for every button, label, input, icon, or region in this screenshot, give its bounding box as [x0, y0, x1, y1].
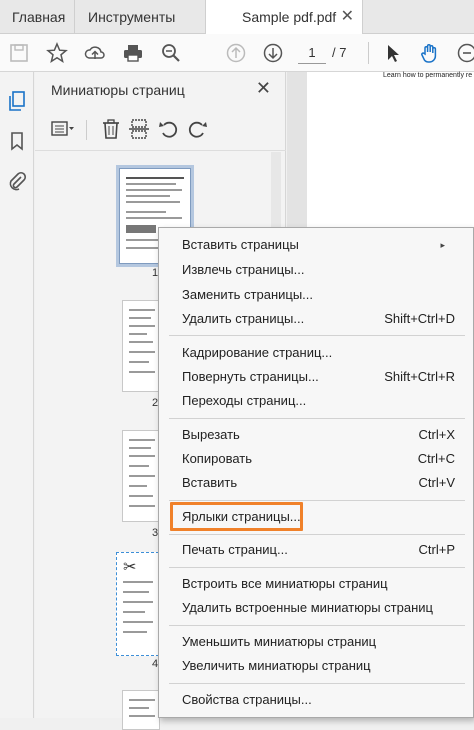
scissors-icon: ✂ [123, 557, 136, 577]
rotate-left-icon[interactable] [157, 118, 181, 140]
menu-item-shortcut: Ctrl+C [418, 447, 455, 471]
menu-separator [169, 500, 465, 501]
page-thumbnail[interactable] [122, 300, 160, 392]
print-icon[interactable] [122, 42, 144, 64]
menu-item-label: Вырезать [182, 423, 240, 447]
menu-item-page-properties[interactable]: Свойства страницы... [159, 688, 473, 712]
menu-item-remove-embedded-thumbnails[interactable]: Удалить встроенные миниатюры страниц [159, 596, 473, 620]
bookmark-icon[interactable] [6, 130, 28, 152]
document-header-text: Learn how to permanently re [383, 72, 472, 79]
rotate-right-icon[interactable] [185, 118, 209, 140]
menu-item-label: Переходы страниц... [182, 389, 306, 413]
page-down-icon[interactable] [262, 42, 284, 64]
menu-item-shortcut: Shift+Ctrl+D [384, 307, 455, 331]
attachment-icon[interactable] [6, 170, 28, 192]
menu-item-shortcut: Ctrl+P [419, 538, 455, 562]
menu-item-cut[interactable]: Вырезать Ctrl+X [159, 423, 473, 447]
menu-item-label: Удалить встроенные миниатюры страниц [182, 596, 433, 620]
menu-item-label: Вставить [182, 471, 237, 495]
menu-item-rotate-pages[interactable]: Повернуть страницы... Shift+Ctrl+R [159, 365, 473, 389]
page-total: / 7 [332, 42, 346, 64]
menu-item-shortcut: Shift+Ctrl+R [384, 365, 455, 389]
menu-item-label: Копировать [182, 447, 252, 471]
menu-item-shortcut: Ctrl+V [419, 471, 455, 495]
page-up-icon[interactable] [225, 42, 247, 64]
menu-separator [169, 335, 465, 336]
menu-item-label: Повернуть страницы... [182, 365, 319, 389]
select-arrow-icon[interactable] [382, 42, 404, 64]
page-number-input[interactable]: 1 [298, 42, 326, 64]
menu-item-copy[interactable]: Копировать Ctrl+C [159, 447, 473, 471]
tab-document-label: Sample pdf.pdf [242, 9, 336, 25]
menu-separator [169, 683, 465, 684]
thumbnail-options-icon[interactable] [51, 118, 75, 140]
menu-item-label: Увеличить миниатюры страниц [182, 654, 371, 678]
toolbar-divider [368, 42, 369, 64]
menu-item-shortcut: Ctrl+X [419, 423, 455, 447]
zoom-out-icon[interactable] [456, 42, 474, 64]
save-icon[interactable] [8, 42, 30, 64]
panel-divider [35, 150, 286, 151]
page-thumbnails-icon[interactable] [6, 90, 28, 112]
page-thumbnail[interactable]: ✂ [116, 552, 164, 656]
menu-item-paste[interactable]: Вставить Ctrl+V [159, 471, 473, 495]
menu-item-label: Заменить страницы... [182, 283, 313, 307]
menu-item-label: Печать страниц... [182, 538, 288, 562]
menu-item-enlarge-thumbnails[interactable]: Увеличить миниатюры страниц [159, 654, 473, 678]
panel-close-icon[interactable]: ✕ [256, 78, 271, 99]
tab-bar: Главная Инструменты Sample pdf.pdf ✕ [0, 0, 474, 34]
menu-item-embed-thumbnails[interactable]: Встроить все миниатюры страниц [159, 572, 473, 596]
panel-toolbar-divider [86, 120, 87, 140]
close-icon[interactable]: ✕ [341, 0, 354, 34]
menu-item-page-transitions[interactable]: Переходы страниц... [159, 389, 473, 413]
menu-item-label: Кадрирование страниц... [182, 341, 332, 365]
insert-page-icon[interactable] [127, 118, 151, 140]
context-menu: Вставить страницы ▸ Извлечь страницы... … [158, 227, 474, 718]
toolbar: 1 / 7 [0, 34, 474, 72]
menu-item-delete-pages[interactable]: Удалить страницы... Shift+Ctrl+D [159, 307, 473, 331]
menu-item-label: Уменьшить миниатюры страниц [182, 630, 376, 654]
menu-item-label: Вставить страницы [182, 233, 299, 257]
highlight-box [170, 502, 303, 531]
menu-separator [169, 625, 465, 626]
tab-home[interactable]: Главная [0, 0, 75, 34]
menu-item-label: Удалить страницы... [182, 307, 304, 331]
menu-item-reduce-thumbnails[interactable]: Уменьшить миниатюры страниц [159, 630, 473, 654]
menu-item-label: Встроить все миниатюры страниц [182, 572, 388, 596]
menu-item-insert-pages[interactable]: Вставить страницы ▸ [159, 233, 473, 257]
submenu-arrow-icon: ▸ [440, 233, 445, 257]
navigation-strip [0, 72, 34, 718]
panel-toolbar [35, 114, 286, 146]
hand-icon[interactable] [419, 42, 441, 64]
menu-item-label: Свойства страницы... [182, 688, 312, 712]
menu-item-print-pages[interactable]: Печать страниц... Ctrl+P [159, 538, 473, 562]
menu-item-label: Извлечь страницы... [182, 258, 304, 282]
trash-icon[interactable] [99, 118, 123, 140]
tab-document[interactable]: Sample pdf.pdf ✕ [205, 0, 363, 35]
menu-separator [169, 534, 465, 535]
page-thumbnail[interactable] [122, 430, 160, 522]
menu-item-crop-pages[interactable]: Кадрирование страниц... [159, 341, 473, 365]
page-thumbnail[interactable] [122, 690, 160, 730]
menu-separator [169, 567, 465, 568]
menu-separator [169, 418, 465, 419]
upload-cloud-icon[interactable] [84, 42, 106, 64]
menu-item-extract-pages[interactable]: Извлечь страницы... [159, 258, 473, 282]
star-icon[interactable] [46, 42, 68, 64]
panel-title: Миниатюры страниц [51, 82, 185, 98]
tab-tools[interactable]: Инструменты [76, 0, 204, 34]
menu-item-replace-pages[interactable]: Заменить страницы... [159, 283, 473, 307]
zoom-icon[interactable] [160, 42, 182, 64]
